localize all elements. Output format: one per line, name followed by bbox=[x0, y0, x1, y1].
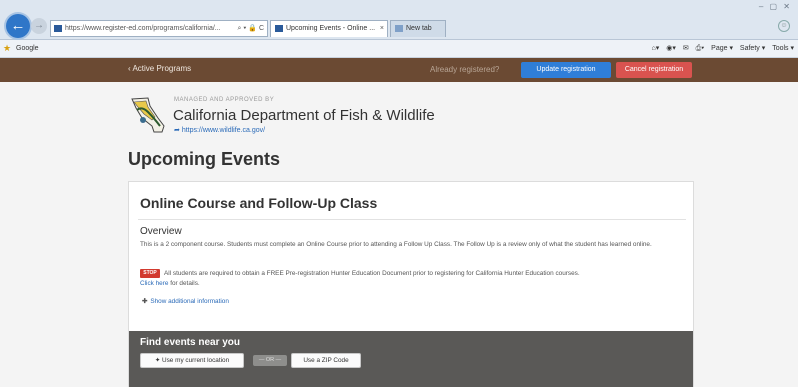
use-zip-code-button[interactable]: Use a ZIP Code bbox=[291, 353, 361, 368]
managed-by-label: MANAGED AND APPROVED BY bbox=[174, 97, 275, 103]
tab-favicon-icon bbox=[275, 25, 283, 32]
use-current-location-button[interactable]: ✦ Use my current location bbox=[140, 353, 244, 368]
site-favicon-icon bbox=[54, 25, 62, 32]
browser-toolbar: ← → https://www.register-ed.com/programs… bbox=[0, 0, 798, 40]
tab-label: Upcoming Events - Online ... bbox=[286, 25, 376, 32]
tab-close-icon[interactable]: × bbox=[380, 21, 384, 36]
page-title: Upcoming Events bbox=[128, 149, 281, 169]
tab-favicon-icon bbox=[395, 25, 403, 32]
org-url-text: https://www.wildlife.ca.gov/ bbox=[181, 127, 266, 134]
feedback-smiley-icon[interactable]: ☺ bbox=[778, 20, 790, 32]
back-arrow-icon[interactable]: ← bbox=[6, 14, 30, 38]
update-registration-button[interactable]: Update registration bbox=[521, 62, 611, 78]
tools-menu[interactable]: Tools ▾ bbox=[772, 45, 794, 52]
org-url-link[interactable]: ➦ https://www.wildlife.ca.gov/ bbox=[174, 126, 265, 134]
cdfw-logo-icon bbox=[131, 97, 165, 133]
divider bbox=[138, 219, 686, 220]
home-icon[interactable]: ⌂▾ bbox=[652, 45, 660, 52]
tab-upcoming-events[interactable]: Upcoming Events - Online ... × bbox=[270, 20, 388, 37]
safety-menu[interactable]: Safety ▾ bbox=[740, 45, 765, 52]
show-more-label: Show additional information bbox=[150, 298, 229, 305]
already-registered-text: Already registered? bbox=[430, 65, 500, 74]
cancel-registration-button[interactable]: Cancel registration bbox=[616, 62, 692, 78]
print-icon[interactable]: ⎙▾ bbox=[696, 45, 705, 52]
page-menu[interactable]: Page ▾ bbox=[711, 45, 733, 52]
stop-badge: STOP bbox=[140, 269, 160, 278]
favorites-star-icon[interactable]: ★ bbox=[3, 40, 11, 57]
address-bar[interactable]: https://www.register-ed.com/programs/cal… bbox=[50, 20, 268, 37]
find-events-heading: Find events near you bbox=[140, 337, 241, 348]
location-arrow-icon: ✦ bbox=[154, 357, 162, 364]
mail-icon[interactable]: ✉ bbox=[683, 45, 689, 52]
overview-heading: Overview bbox=[140, 226, 182, 237]
window-controls[interactable]: – ▢ ✕ bbox=[759, 2, 792, 11]
or-separator: — OR — bbox=[253, 355, 287, 366]
org-name: California Department of Fish & Wildlife bbox=[173, 107, 435, 124]
click-here-link[interactable]: Click here bbox=[140, 280, 168, 287]
external-link-icon: ➦ bbox=[174, 127, 182, 134]
rss-icon[interactable]: ◉▾ bbox=[666, 45, 676, 52]
forward-arrow-icon[interactable]: → bbox=[31, 18, 47, 34]
tab-label: New tab bbox=[406, 25, 432, 32]
active-programs-link[interactable]: ‹ Active Programs bbox=[128, 64, 191, 73]
command-bar: ★ Google ⌂▾ ◉▾ ✉ ⎙▾ Page ▾ Safety ▾ Tool… bbox=[0, 40, 798, 58]
for-details-text: for details. bbox=[170, 280, 200, 287]
course-title: Online Course and Follow-Up Class bbox=[140, 195, 378, 211]
find-events-panel: Find events near you ✦ Use my current lo… bbox=[129, 331, 693, 387]
course-description: This is a 2 component course. Students m… bbox=[140, 241, 652, 248]
address-text: https://www.register-ed.com/programs/cal… bbox=[65, 25, 221, 32]
address-tools-icon[interactable]: ⌕ ▾ 🔒 C bbox=[238, 21, 264, 36]
show-additional-info-link[interactable]: ✚ Show additional information bbox=[142, 297, 229, 305]
command-tools: ⌂▾ ◉▾ ✉ ⎙▾ Page ▾ Safety ▾ Tools ▾ bbox=[647, 40, 794, 57]
site-header-bar: ‹ Active Programs Already registered? Up… bbox=[0, 58, 798, 82]
stop-notice-text: All students are required to obtain a FR… bbox=[164, 270, 580, 277]
use-location-label: Use my current location bbox=[162, 357, 230, 364]
tab-new-tab[interactable]: New tab bbox=[390, 20, 446, 37]
favorites-google-link[interactable]: Google bbox=[16, 40, 39, 57]
details-line: Click here for details. bbox=[140, 279, 200, 289]
course-card: Online Course and Follow-Up Class Overvi… bbox=[128, 181, 694, 387]
plus-icon: ✚ bbox=[142, 298, 148, 305]
